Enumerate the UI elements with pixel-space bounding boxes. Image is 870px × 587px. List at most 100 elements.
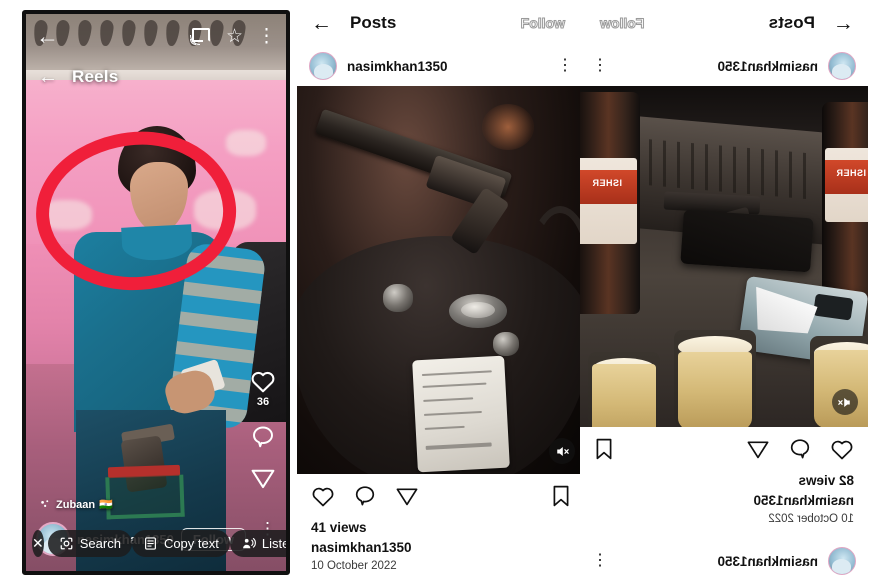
back-arrow-icon[interactable]: ←	[311, 13, 332, 34]
share-paper-plane-icon[interactable]	[746, 438, 770, 460]
like-count: 36	[256, 396, 270, 408]
reels-action-rail: 36	[250, 369, 276, 504]
reels-title-row: ← Reels	[26, 62, 286, 92]
close-icon[interactable]: ✕	[32, 530, 44, 557]
lens-search-button[interactable]: Search	[47, 530, 132, 557]
reels-video-surface[interactable]: ← ☆ ⋮ ← Reels 36 Zubaan 🇮🇳 ⋮ ✕ Search Co…	[26, 14, 286, 571]
follow-button[interactable]: Follow	[594, 15, 645, 32]
back-arrow-icon[interactable]: ←	[833, 12, 854, 35]
post-user-row: nasimkhan1350 ⋮	[297, 46, 585, 86]
bottle-label: ISHER	[825, 148, 868, 222]
scene-green-pouch	[105, 474, 185, 520]
post-caption: 82 views nasimkhan1350 10 October 2022	[580, 471, 868, 529]
caption-username[interactable]: nasimkhan1350	[594, 491, 854, 511]
scene-bottle-left: ISHER	[822, 102, 868, 302]
heart-icon	[251, 371, 275, 393]
post-panel-right: ← Posts Follow nasimkhan1350 ⋮ ISHER ISH…	[580, 0, 868, 587]
caption-username[interactable]: nasimkhan1350	[311, 538, 571, 558]
scene-bottle-right: ISHER	[580, 92, 640, 314]
back-arrow-icon-secondary[interactable]: ←	[38, 66, 58, 89]
lens-copy-text-label: Copy text	[163, 536, 219, 551]
audio-tag-text: Zubaan	[56, 498, 96, 511]
comment-bubble-icon	[253, 426, 273, 448]
avatar[interactable]	[309, 52, 337, 80]
back-arrow-icon[interactable]: ←	[36, 24, 59, 48]
scene-dark-phone	[680, 209, 814, 273]
media-highlight	[482, 104, 534, 150]
reels-top-bar: ← ☆ ⋮	[26, 14, 286, 58]
mute-button[interactable]	[549, 438, 575, 464]
view-count: 82 views	[798, 473, 854, 488]
bookmark-icon[interactable]	[594, 437, 614, 461]
lens-search-icon	[60, 537, 73, 550]
kebab-menu-icon[interactable]: ⋮	[592, 57, 608, 74]
listen-speaker-icon	[242, 537, 256, 549]
post-panel-middle: ← Posts Follow nasimkhan1350 ⋮ 41 views …	[297, 0, 585, 587]
lens-listen-label: Listen	[261, 536, 286, 551]
scene-wall-patch	[40, 200, 92, 230]
kebab-menu-icon[interactable]: ⋮	[557, 58, 573, 74]
muted-speaker-icon	[838, 397, 851, 407]
kebab-menu-icon[interactable]: ⋮	[257, 27, 276, 46]
post-media[interactable]: ISHER ISHER	[580, 86, 868, 427]
avatar[interactable]	[828, 547, 856, 575]
reels-phone-frame: ← ☆ ⋮ ← Reels 36 Zubaan 🇮🇳 ⋮ ✕ Search Co…	[22, 10, 290, 575]
share-paper-plane-icon	[251, 469, 275, 489]
muted-speaker-icon	[556, 446, 569, 456]
audio-attribution[interactable]: Zubaan 🇮🇳	[40, 498, 113, 511]
scene-bolt	[383, 284, 413, 312]
post-action-bar	[297, 474, 585, 518]
heart-icon[interactable]	[830, 438, 854, 460]
share-paper-plane-icon[interactable]	[395, 485, 419, 507]
post-date: 10 October 2022	[768, 513, 854, 526]
sparkle-icon	[41, 499, 49, 507]
india-flag-icon: 🇮🇳	[99, 499, 113, 511]
comment-button[interactable]	[250, 424, 276, 450]
scene-wall-patch	[194, 190, 256, 230]
bottle-label-text: ISHER	[592, 178, 623, 188]
post-header: ← Posts Follow	[297, 0, 585, 46]
copy-text-icon	[144, 537, 156, 550]
scene-wall-patch	[226, 130, 266, 156]
page-title: Reels	[72, 67, 119, 86]
post-caption: 41 views nasimkhan1350 10 October 2022	[297, 518, 585, 576]
scene-phone-camera	[812, 293, 854, 321]
share-button[interactable]	[250, 466, 276, 490]
lens-toolbar: ✕ Search Copy text List	[32, 530, 286, 557]
scene-glass-center	[674, 330, 756, 427]
scene-glass-right	[588, 352, 660, 427]
comment-bubble-icon[interactable]	[353, 484, 377, 508]
bottle-label-text: ISHER	[836, 168, 867, 178]
lens-copy-text-button[interactable]: Copy text	[131, 530, 230, 557]
page-title: Posts	[350, 13, 397, 32]
footer-username[interactable]: nasimkhan1350	[717, 554, 818, 569]
cast-icon[interactable]	[189, 27, 210, 45]
kebab-menu-icon[interactable]: ⋮	[592, 552, 608, 569]
like-button[interactable]: 36	[250, 369, 276, 408]
scene-label-sticker	[412, 355, 510, 473]
page-title: Posts	[768, 13, 815, 32]
post-username[interactable]: nasimkhan1350	[717, 59, 818, 74]
follow-button[interactable]: Follow	[520, 15, 571, 32]
scene-bolt	[493, 332, 519, 356]
reels-panel: ← ☆ ⋮ ← Reels 36 Zubaan 🇮🇳 ⋮ ✕ Search Co…	[0, 0, 296, 587]
post-date: 10 October 2022	[311, 560, 397, 573]
star-icon[interactable]: ☆	[226, 27, 243, 46]
comment-bubble-icon[interactable]	[788, 437, 812, 461]
bottle-label: ISHER	[580, 158, 637, 244]
scene-fuel-cap	[449, 294, 507, 328]
post-media[interactable]	[297, 86, 585, 474]
bookmark-icon[interactable]	[551, 484, 571, 508]
avatar[interactable]	[828, 52, 856, 80]
view-count: 41 views	[311, 520, 367, 535]
post-username[interactable]: nasimkhan1350	[347, 59, 448, 74]
post-footer-user-row: nasimkhan1350 ⋮	[580, 541, 868, 581]
lens-listen-button[interactable]: Listen	[229, 530, 286, 557]
screenshot-collage: ← ☆ ⋮ ← Reels 36 Zubaan 🇮🇳 ⋮ ✕ Search Co…	[0, 0, 870, 587]
post-header: ← Posts Follow	[580, 0, 868, 46]
post-action-bar	[580, 427, 868, 471]
lens-search-label: Search	[79, 536, 121, 551]
heart-icon[interactable]	[311, 485, 335, 507]
mute-button[interactable]	[832, 389, 858, 415]
post-user-row: nasimkhan1350 ⋮	[580, 46, 868, 86]
